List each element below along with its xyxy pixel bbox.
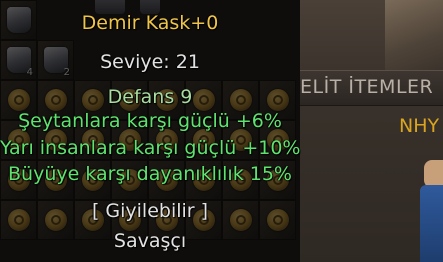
class-requirement: Savaşçı [113, 230, 187, 252]
item-defense: Defans 9 [107, 86, 193, 108]
character-portrait [424, 160, 443, 188]
item-name: Demir Kask+0 [81, 12, 219, 34]
panel-header-title: ELİT İTEMLER [300, 76, 434, 98]
item-level: Seviye: 21 [100, 51, 200, 73]
item-bonus: Yarı insanlara karşı güçlü +10% [0, 137, 301, 159]
item-tooltip: Demir Kask+0 Seviye: 21 Defans 9 Şeytanl… [0, 0, 300, 262]
panel-decoration [385, 0, 443, 72]
character-body [420, 185, 443, 262]
item-bonus: Büyüye karşı dayanıklılık 15% [8, 163, 292, 185]
item-bonus: Şeytanlara karşı güçlü +6% [18, 110, 282, 132]
npc-name-label: NHY [399, 115, 440, 137]
equip-status: [ Giyilebilir ] [91, 200, 209, 222]
